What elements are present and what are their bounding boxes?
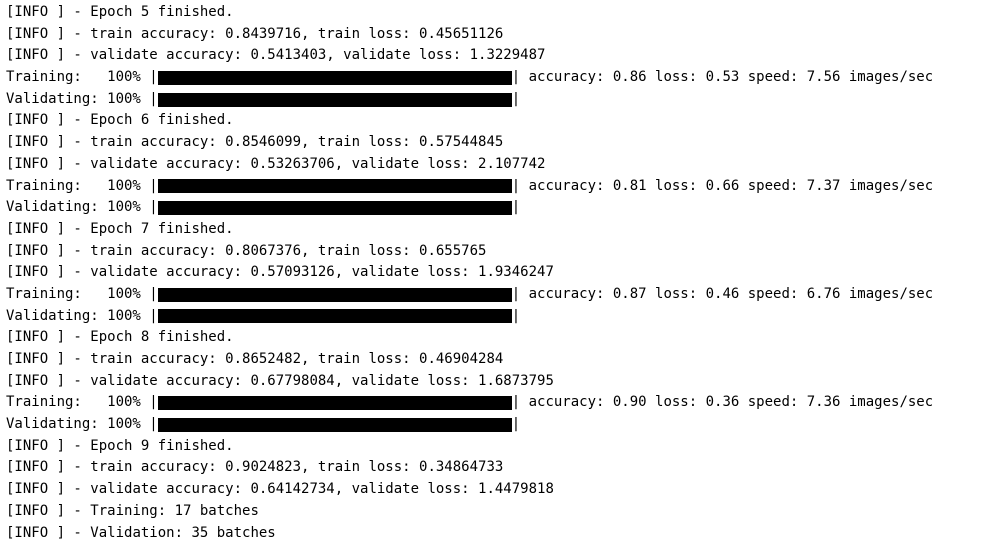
training-label: Training: 100% | [6,176,158,198]
validating-progress-bar [158,93,512,107]
validate-metrics-line: [INFO ] - validate accuracy: 0.67798084,… [6,371,994,393]
train-metrics-line: [INFO ] - train accuracy: 0.9024823, tra… [6,457,994,479]
validate-metrics: validate accuracy: 0.67798084, validate … [90,371,554,393]
train-metrics: train accuracy: 0.9024823, train loss: 0… [90,457,503,479]
validating-progress-bar [158,201,512,215]
training-progress-line: Training: 100% | | accuracy: 0.86 loss: 0… [6,67,994,89]
epoch-finished-line: [INFO ] - Epoch 6 finished. [6,110,994,132]
log-prefix: [INFO ] - [6,45,90,67]
train-metrics: train accuracy: 0.8546099, train loss: 0… [90,132,503,154]
validating-progress-line: Validating: 100% | | [6,306,994,328]
train-metrics: train accuracy: 0.8439716, train loss: 0… [90,24,503,46]
validate-metrics: validate accuracy: 0.64142734, validate … [90,479,554,501]
log-prefix: [INFO ] - [6,436,90,458]
validating-progress-line: Validating: 100% | | [6,89,994,111]
training-progress-line: Training: 100% | | accuracy: 0.81 loss: 0… [6,176,994,198]
validating-progress-bar [158,418,512,432]
training-bar-end: | [512,284,520,306]
validating-progress-line: Validating: 100% | | [6,197,994,219]
training-batches: Training: 17 batches [90,501,259,523]
validate-metrics-line: [INFO ] - validate accuracy: 0.64142734,… [6,479,994,501]
log-prefix: [INFO ] - [6,262,90,284]
training-label: Training: 100% | [6,284,158,306]
validating-bar-end: | [512,414,520,436]
epoch-finished-line: [INFO ] - Epoch 8 finished. [6,327,994,349]
validating-label: Validating: 100% | [6,306,158,328]
log-prefix: [INFO ] - [6,154,90,176]
validating-progress-bar [158,309,512,323]
epoch-finished: Epoch 5 finished. [90,2,233,24]
log-prefix: [INFO ] - [6,110,90,132]
epoch-finished: Epoch 6 finished. [90,110,233,132]
log-prefix: [INFO ] - [6,523,90,545]
validate-metrics: validate accuracy: 0.5413403, validate l… [90,45,545,67]
training-inline-metrics: accuracy: 0.86 loss: 0.53 speed: 7.56 im… [520,67,933,89]
epoch-finished: Epoch 7 finished. [90,219,233,241]
validating-bar-end: | [512,306,520,328]
log-prefix: [INFO ] - [6,2,90,24]
training-progress-bar [158,179,512,193]
training-progress-bar [158,396,512,410]
train-metrics-line: [INFO ] - train accuracy: 0.8439716, tra… [6,24,994,46]
training-label: Training: 100% | [6,67,158,89]
validate-metrics: validate accuracy: 0.53263706, validate … [90,154,545,176]
validate-metrics-line: [INFO ] - validate accuracy: 0.57093126,… [6,262,994,284]
log-prefix: [INFO ] - [6,501,90,523]
training-progress-line: Training: 100% | | accuracy: 0.90 loss: 0… [6,392,994,414]
train-metrics: train accuracy: 0.8067376, train loss: 0… [90,241,486,263]
log-prefix: [INFO ] - [6,457,90,479]
validate-metrics: validate accuracy: 0.57093126, validate … [90,262,554,284]
log-prefix: [INFO ] - [6,479,90,501]
epoch-finished-line: [INFO ] - Epoch 5 finished. [6,2,994,24]
train-metrics-line: [INFO ] - train accuracy: 0.8546099, tra… [6,132,994,154]
terminal-output: [INFO ] - Epoch 5 finished.[INFO ] - tra… [6,2,994,544]
validating-label: Validating: 100% | [6,197,158,219]
log-prefix: [INFO ] - [6,219,90,241]
training-bar-end: | [512,392,520,414]
log-prefix: [INFO ] - [6,327,90,349]
epoch-finished-line: [INFO ] - Epoch 9 finished. [6,436,994,458]
log-prefix: [INFO ] - [6,349,90,371]
validate-metrics-line: [INFO ] - validate accuracy: 0.53263706,… [6,154,994,176]
log-prefix: [INFO ] - [6,132,90,154]
log-prefix: [INFO ] - [6,24,90,46]
validation-batches-line: [INFO ] - Validation: 35 batches [6,523,994,545]
validating-label: Validating: 100% | [6,414,158,436]
training-inline-metrics: accuracy: 0.81 loss: 0.66 speed: 7.37 im… [520,176,933,198]
training-inline-metrics: accuracy: 0.90 loss: 0.36 speed: 7.36 im… [520,392,933,414]
validation-batches: Validation: 35 batches [90,523,275,545]
epoch-finished-line: [INFO ] - Epoch 7 finished. [6,219,994,241]
validating-bar-end: | [512,89,520,111]
training-bar-end: | [512,176,520,198]
train-metrics: train accuracy: 0.8652482, train loss: 0… [90,349,503,371]
log-prefix: [INFO ] - [6,241,90,263]
training-progress-bar [158,288,512,302]
validating-bar-end: | [512,197,520,219]
training-batches-line: [INFO ] - Training: 17 batches [6,501,994,523]
validating-progress-line: Validating: 100% | | [6,414,994,436]
train-metrics-line: [INFO ] - train accuracy: 0.8067376, tra… [6,241,994,263]
epoch-finished: Epoch 9 finished. [90,436,233,458]
training-bar-end: | [512,67,520,89]
training-progress-bar [158,71,512,85]
training-progress-line: Training: 100% | | accuracy: 0.87 loss: 0… [6,284,994,306]
validate-metrics-line: [INFO ] - validate accuracy: 0.5413403, … [6,45,994,67]
validating-label: Validating: 100% | [6,89,158,111]
train-metrics-line: [INFO ] - train accuracy: 0.8652482, tra… [6,349,994,371]
log-prefix: [INFO ] - [6,371,90,393]
training-label: Training: 100% | [6,392,158,414]
epoch-finished: Epoch 8 finished. [90,327,233,349]
training-inline-metrics: accuracy: 0.87 loss: 0.46 speed: 6.76 im… [520,284,933,306]
